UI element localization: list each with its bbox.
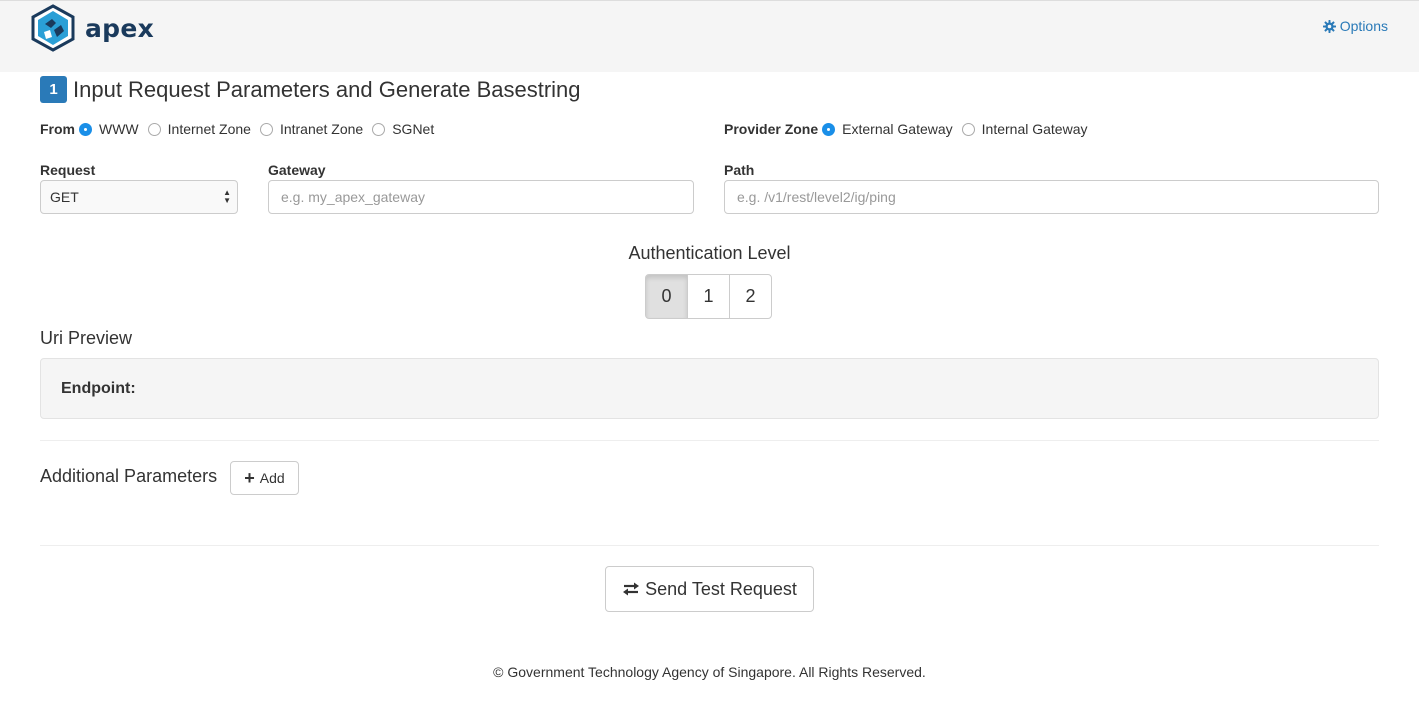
gateway-label: Gateway [268,162,326,178]
top-navbar: apex Options [0,0,1419,72]
radio-dot[interactable] [79,122,92,136]
send-button-label: Send Test Request [645,578,797,599]
gateway-input[interactable] [268,180,694,214]
step-heading: 1 Input Request Parameters and Generate … [40,76,581,103]
auth-level-2-button[interactable]: 2 [729,274,772,319]
step-number-badge: 1 [40,76,67,103]
additional-parameters-title: Additional Parameters [40,466,218,486]
options-link[interactable]: Options [1322,18,1388,34]
provider-zone-label: Provider Zone [724,121,819,137]
path-label: Path [724,162,755,178]
select-arrows-icon: ▲ ▼ [223,188,231,205]
add-parameter-button[interactable]: + Add [230,461,299,495]
radio-dot[interactable] [147,122,161,136]
request-method-value: GET [50,189,79,205]
request-label: Request [40,162,96,178]
apex-logo[interactable]: apex [30,4,154,52]
path-input[interactable] [724,180,1379,214]
radio-dot[interactable] [372,122,386,136]
endpoint-label: Endpoint: [61,380,136,397]
provider-radio-external-gateway[interactable]: External Gateway [822,121,953,137]
radio-label: WWW [99,121,139,137]
provider-radio-internal-gateway[interactable]: Internal Gateway [961,121,1088,137]
step-title: Input Request Parameters and Generate Ba… [73,76,581,102]
footer-copyright: © Government Technology Agency of Singap… [493,664,926,680]
radio-label: Internet Zone [167,121,251,137]
provider-zone-radio-group: Provider Zone External Gateway Internal … [724,121,1096,137]
radio-dot[interactable] [259,122,273,136]
uri-preview-title: Uri Preview [40,328,133,348]
authentication-level-title: Authentication Level [628,243,791,263]
radio-dot[interactable] [961,122,975,136]
uri-preview-well: Endpoint: [40,358,1379,419]
transfer-arrows-icon [623,582,640,596]
from-radio-group: From WWW Internet Zone Intranet Zone SGN… [40,121,443,137]
auth-level-1-button[interactable]: 1 [687,274,730,319]
send-test-request-button[interactable]: Send Test Request [605,566,814,612]
divider [40,545,1379,546]
gear-icon [1322,19,1336,33]
from-radio-sgnet[interactable]: SGNet [372,121,434,137]
from-radio-www[interactable]: WWW [79,121,139,137]
options-label: Options [1339,18,1388,34]
from-label: From [40,121,75,137]
from-radio-intranet-zone[interactable]: Intranet Zone [259,121,364,137]
plus-icon: + [244,468,255,488]
divider [40,440,1379,441]
logo-text: apex [85,13,155,43]
auth-level-button-group: 0 1 2 [645,274,772,319]
radio-label: External Gateway [842,121,953,137]
apex-logo-icon [31,4,75,52]
request-method-select[interactable]: GET ▲ ▼ [40,180,238,214]
auth-level-0-button[interactable]: 0 [645,274,688,319]
radio-label: Internal Gateway [981,121,1088,137]
add-button-label: Add [259,470,285,486]
from-radio-internet-zone[interactable]: Internet Zone [147,121,251,137]
radio-label: Intranet Zone [279,121,364,137]
radio-label: SGNet [392,121,435,137]
radio-dot[interactable] [822,122,836,136]
